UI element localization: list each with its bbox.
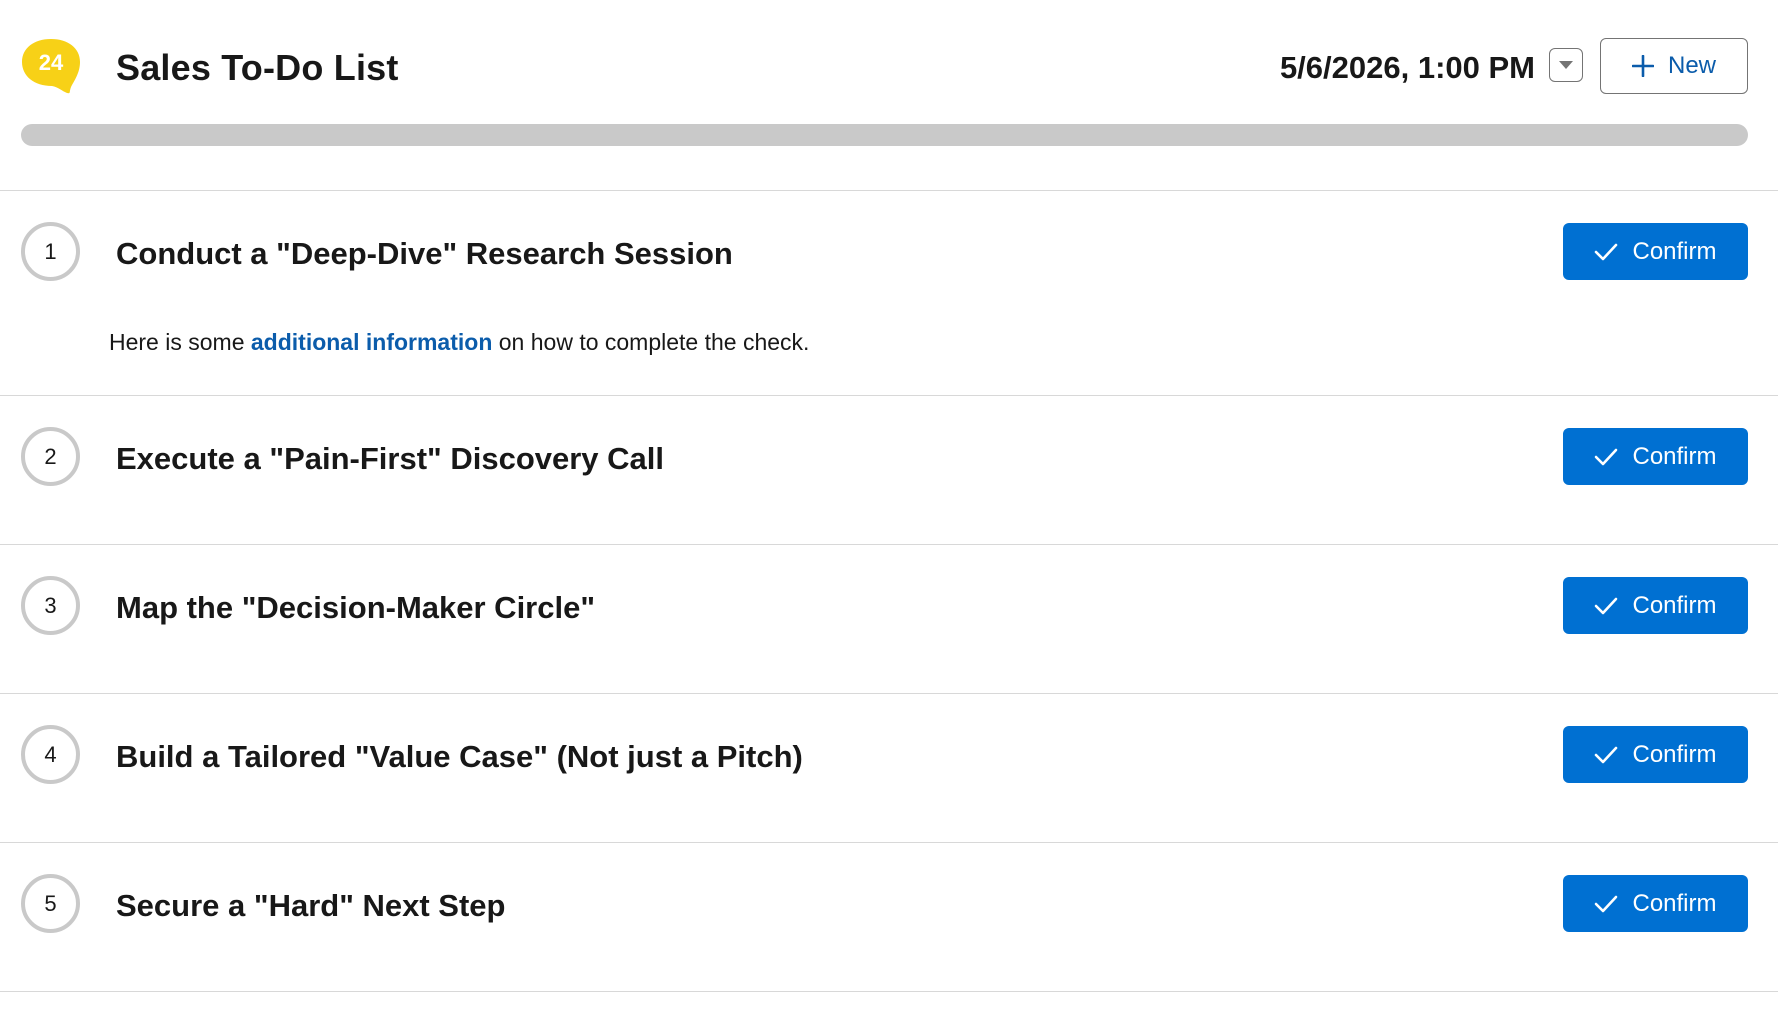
new-button[interactable]: New [1600,38,1748,94]
task-item: 5 Secure a "Hard" Next Step Confirm [0,843,1778,992]
confirm-button-label: Confirm [1632,591,1717,619]
confirm-button[interactable]: Confirm [1563,577,1748,634]
confirm-button[interactable]: Confirm [1563,223,1748,280]
confirm-button[interactable]: Confirm [1563,726,1748,783]
datetime-dropdown-button[interactable] [1549,48,1583,82]
confirm-button[interactable]: Confirm [1563,875,1748,932]
progress-bar [21,124,1748,146]
task-title: Build a Tailored "Value Case" (Not just … [116,739,803,774]
new-button-label: New [1667,52,1716,79]
checkmark-icon [1594,243,1618,261]
plus-icon [1631,55,1654,77]
checkmark-icon [1594,448,1618,466]
datetime-label: 5/6/2026, 1:00 PM [1279,50,1535,85]
confirm-button[interactable]: Confirm [1563,428,1748,485]
task-description: Here is some additional information on h… [109,327,809,357]
task-title: Execute a "Pain-First" Discovery Call [116,441,665,476]
checkmark-icon [1594,895,1618,913]
checkmark-icon [1594,597,1618,615]
step-number-badge: 4 [21,725,80,784]
header: 24 Sales To-Do List 5/6/2026, 1:00 PM Ne… [0,0,1778,191]
confirm-button-label: Confirm [1632,740,1717,768]
caret-down-icon [1558,60,1574,70]
task-item: 1 Conduct a "Deep-Dive" Research Session… [0,191,1778,396]
page-title: Sales To-Do List [116,47,399,88]
step-number-badge: 3 [21,576,80,635]
app-logo: 24 [21,37,81,95]
task-description-text-end: on how to complete the check. [492,329,810,355]
speech-bubble-logo-icon: 24 [22,39,80,94]
task-item: 3 Map the "Decision-Maker Circle" Confir… [0,545,1778,694]
logo-text: 24 [39,50,64,75]
task-description-text-start: Here is some [109,329,251,355]
task-item: 4 Build a Tailored "Value Case" (Not jus… [0,694,1778,843]
step-number-badge: 1 [21,222,80,281]
task-title: Map the "Decision-Maker Circle" [116,590,596,625]
task-list: 1 Conduct a "Deep-Dive" Research Session… [0,191,1778,992]
confirm-button-label: Confirm [1632,889,1717,917]
task-title: Conduct a "Deep-Dive" Research Session [116,236,733,271]
additional-information-link[interactable]: additional information [251,329,493,355]
confirm-button-label: Confirm [1632,442,1717,470]
page: 24 Sales To-Do List 5/6/2026, 1:00 PM Ne… [0,0,1778,1032]
step-number-badge: 5 [21,874,80,933]
checkmark-icon [1594,746,1618,764]
step-number-badge: 2 [21,427,80,486]
task-title: Secure a "Hard" Next Step [116,888,506,923]
task-item: 2 Execute a "Pain-First" Discovery Call … [0,396,1778,545]
confirm-button-label: Confirm [1632,237,1717,265]
